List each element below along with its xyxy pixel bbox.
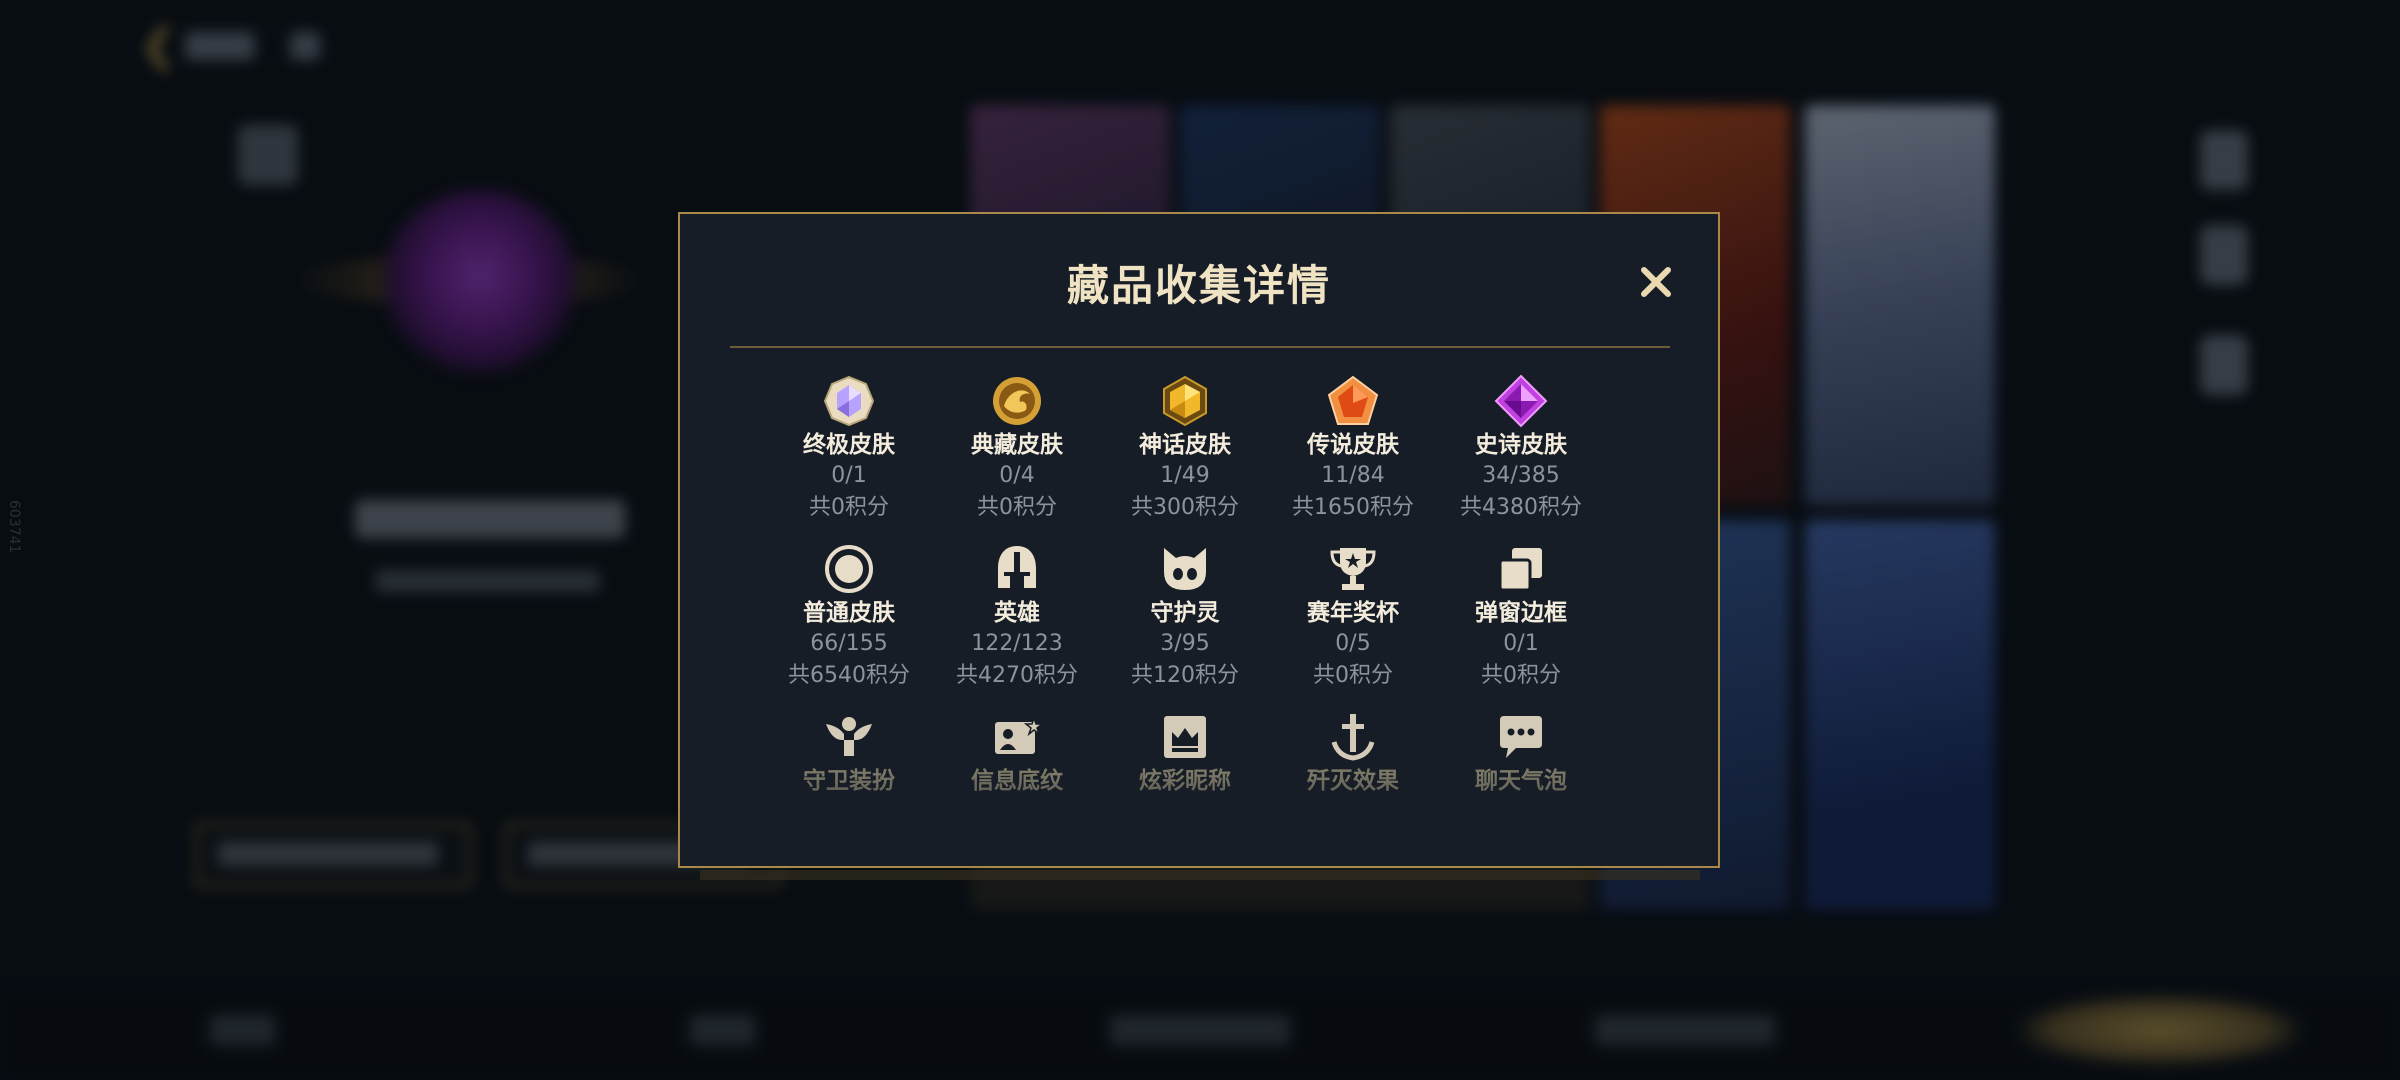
item-name: 神话皮肤 [1139, 432, 1231, 458]
collection-item[interactable]: 史诗皮肤 34/385 共4380积分 [1437, 374, 1605, 524]
item-name: 传说皮肤 [1307, 432, 1399, 458]
item-name: 英雄 [994, 600, 1040, 626]
item-name: 史诗皮肤 [1475, 432, 1567, 458]
item-count: 0/1 [1503, 631, 1539, 656]
item-points: 共4270积分 [956, 663, 1078, 688]
popup-frame-icon [1498, 548, 1542, 592]
item-points: 共120积分 [1131, 663, 1239, 688]
collection-item[interactable]: 英雄 122/123 共4270积分 [933, 542, 1101, 692]
item-count: 3/95 [1160, 631, 1210, 656]
item-points: 共0积分 [1313, 663, 1393, 688]
item-points: 共0积分 [1481, 663, 1561, 688]
item-name: 终极皮肤 [803, 432, 895, 458]
item-name: 普通皮肤 [803, 600, 895, 626]
collection-skin-icon [993, 377, 1041, 425]
collection-item[interactable]: 终极皮肤 0/1 共0积分 [765, 374, 933, 524]
colorful-nickname-icon [1164, 716, 1206, 758]
collection-item[interactable]: 弹窗边框 0/1 共0积分 [1437, 542, 1605, 692]
hero-icon [998, 546, 1036, 588]
item-count: 0/1 [831, 463, 867, 488]
legend-skin-icon [1327, 375, 1379, 425]
guard-outfit-icon [826, 717, 872, 756]
item-name: 守护灵 [1150, 600, 1220, 626]
modal-shadow [700, 870, 1700, 880]
collection-item[interactable]: 神话皮肤 1/49 共300积分 [1101, 374, 1269, 524]
item-count: 34/385 [1482, 463, 1560, 488]
item-points: 共0积分 [809, 495, 889, 520]
chat-bubble-icon [1500, 716, 1542, 758]
collection-details-dialog: 藏品收集详情 终极皮肤 0/1 共0积分 典藏皮肤 0/4 共0积分 神话皮肤 … [678, 212, 1720, 868]
collection-item[interactable]: 守护灵 3/95 共120积分 [1101, 542, 1269, 692]
item-points: 共0积分 [977, 495, 1057, 520]
collection-item[interactable]: 传说皮肤 11/84 共1650积分 [1269, 374, 1437, 524]
collection-item[interactable]: 典藏皮肤 0/4 共0积分 [933, 374, 1101, 524]
item-name: 弹窗边框 [1475, 600, 1567, 626]
item-count: 0/5 [1335, 631, 1371, 656]
close-button[interactable] [1632, 258, 1680, 306]
close-icon [1641, 267, 1671, 297]
dialog-title: 藏品收集详情 [1066, 261, 1331, 310]
item-points: 共1650积分 [1292, 495, 1414, 520]
item-points: 共6540积分 [788, 663, 910, 688]
collection-item[interactable]: 赛年奖杯 0/5 共0积分 [1269, 542, 1437, 692]
normal-skin-icon [825, 545, 873, 593]
item-count: 11/84 [1321, 463, 1385, 488]
item-name: 赛年奖杯 [1307, 600, 1399, 626]
season-trophy-icon [1330, 548, 1376, 590]
mythic-skin-icon [1163, 375, 1207, 427]
annihilation-effect-icon [1331, 714, 1375, 761]
item-count: 66/155 [810, 631, 888, 656]
collection-item[interactable]: 普通皮肤 66/155 共6540积分 [765, 542, 933, 692]
item-points: 共300积分 [1131, 495, 1239, 520]
info-background-icon [995, 715, 1044, 754]
title-divider [730, 346, 1670, 348]
item-name: 典藏皮肤 [971, 432, 1063, 458]
ultimate-skin-icon [823, 375, 875, 427]
item-count: 0/4 [999, 463, 1035, 488]
epic-skin-icon [1494, 374, 1548, 428]
item-count: 1/49 [1160, 463, 1210, 488]
item-count: 122/123 [971, 631, 1063, 656]
scroll-fade [720, 774, 1678, 866]
item-points: 共4380积分 [1460, 495, 1582, 520]
guardian-spirit-icon [1164, 548, 1206, 590]
